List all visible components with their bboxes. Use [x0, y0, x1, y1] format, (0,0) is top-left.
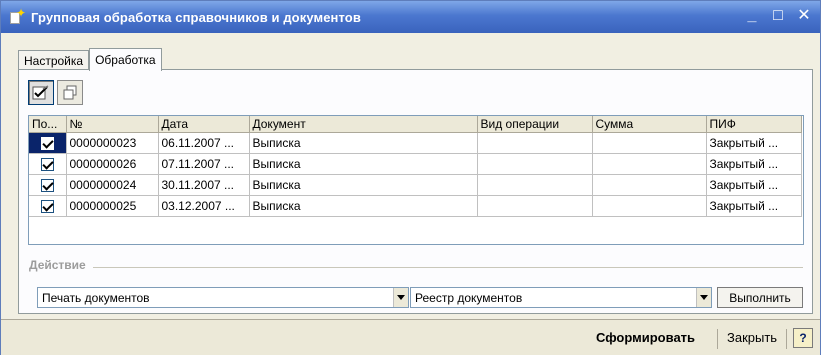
help-button[interactable]: ?	[793, 328, 813, 348]
check-all-button[interactable]	[28, 80, 54, 105]
cell-number: 0000000025	[66, 195, 159, 217]
action-dropdown-button[interactable]	[393, 288, 408, 307]
column-header-document[interactable]: Документ	[249, 116, 478, 133]
cell-sum	[592, 132, 707, 154]
row-checkbox-cell[interactable]	[29, 153, 67, 175]
footer-separator	[786, 329, 787, 349]
action-section-label: Действие	[29, 258, 86, 272]
column-header-number[interactable]: №	[66, 116, 159, 133]
footer-separator	[717, 329, 718, 349]
row-checkbox-cell[interactable]	[29, 174, 67, 196]
chevron-down-icon	[700, 295, 708, 300]
cell-number: 0000000026	[66, 153, 159, 175]
check-all-icon	[32, 84, 49, 99]
title-bar[interactable]: ✦ Групповая обработка справочников и док…	[1, 1, 820, 33]
tab-strip: Настройка Обработка	[18, 48, 162, 71]
cell-sum	[592, 174, 707, 196]
cell-date: 07.11.2007 ...	[158, 153, 250, 175]
table-row[interactable]: 0000000026 07.11.2007 ... Выписка Закрыт…	[29, 153, 802, 175]
cell-pif: Закрытый ...	[706, 132, 802, 154]
cell-date: 03.12.2007 ...	[158, 195, 250, 217]
dialog-window: ✦ Групповая обработка справочников и док…	[0, 0, 821, 355]
row-checkbox[interactable]	[40, 136, 54, 150]
report-select[interactable]: Реестр документов	[410, 287, 712, 308]
toolbar	[28, 80, 83, 105]
cell-operation	[477, 132, 593, 154]
table-row[interactable]: 0000000024 30.11.2007 ... Выписка Закрыт…	[29, 174, 802, 196]
row-checkbox-cell[interactable]	[29, 132, 67, 154]
row-checkbox[interactable]	[40, 178, 54, 192]
documents-table[interactable]: По... № Дата Документ Вид операции Сумма…	[28, 115, 804, 245]
column-header-pif[interactable]: ПИФ	[706, 116, 802, 133]
cell-pif: Закрытый ...	[706, 174, 802, 196]
tab-processing[interactable]: Обработка	[89, 48, 162, 71]
tab-settings[interactable]: Настройка	[18, 50, 90, 71]
minimize-button[interactable]: _	[744, 5, 760, 27]
report-dropdown-button[interactable]	[696, 288, 711, 307]
column-header-sum[interactable]: Сумма	[592, 116, 707, 133]
cell-number: 0000000024	[66, 174, 159, 196]
table-row[interactable]: 0000000025 03.12.2007 ... Выписка Закрыт…	[29, 195, 802, 217]
cell-number: 0000000023	[66, 132, 159, 154]
execute-button[interactable]: Выполнить	[717, 287, 803, 308]
cell-sum	[592, 195, 707, 217]
table-row[interactable]: 0000000023 06.11.2007 ... Выписка Закрыт…	[29, 132, 802, 154]
table-header-row: По... № Дата Документ Вид операции Сумма…	[29, 116, 802, 133]
column-header-operation[interactable]: Вид операции	[477, 116, 593, 133]
close-form-button[interactable]: Закрыть	[727, 330, 777, 345]
copy-icon	[63, 85, 77, 99]
chevron-down-icon	[397, 295, 405, 300]
report-select-value: Реестр документов	[415, 290, 523, 305]
document-star-icon: ✦	[9, 6, 26, 25]
cell-document: Выписка	[249, 132, 478, 154]
cell-operation	[477, 195, 593, 217]
cell-pif: Закрытый ...	[706, 153, 802, 175]
cell-date: 30.11.2007 ...	[158, 174, 250, 196]
column-header-date[interactable]: Дата	[158, 116, 250, 133]
action-select[interactable]: Печать документов	[37, 287, 409, 308]
column-header-mark[interactable]: По...	[29, 116, 67, 133]
action-section-divider	[93, 267, 803, 268]
cell-document: Выписка	[249, 153, 478, 175]
window-title: Групповая обработка справочников и докум…	[31, 9, 361, 25]
cell-document: Выписка	[249, 195, 478, 217]
generate-button[interactable]: Сформировать	[596, 330, 695, 345]
copy-button[interactable]	[57, 80, 83, 105]
footer-bar: Сформировать Закрыть ?	[1, 319, 820, 355]
cell-date: 06.11.2007 ...	[158, 132, 250, 154]
cell-sum	[592, 153, 707, 175]
maximize-button[interactable]: □	[770, 5, 786, 27]
cell-operation	[477, 153, 593, 175]
cell-operation	[477, 174, 593, 196]
row-checkbox[interactable]	[40, 199, 54, 213]
row-checkbox[interactable]	[40, 157, 54, 171]
close-button[interactable]: ✕	[796, 5, 812, 27]
cell-pif: Закрытый ...	[706, 195, 802, 217]
cell-document: Выписка	[249, 174, 478, 196]
row-checkbox-cell[interactable]	[29, 195, 67, 217]
action-select-value: Печать документов	[42, 290, 150, 305]
